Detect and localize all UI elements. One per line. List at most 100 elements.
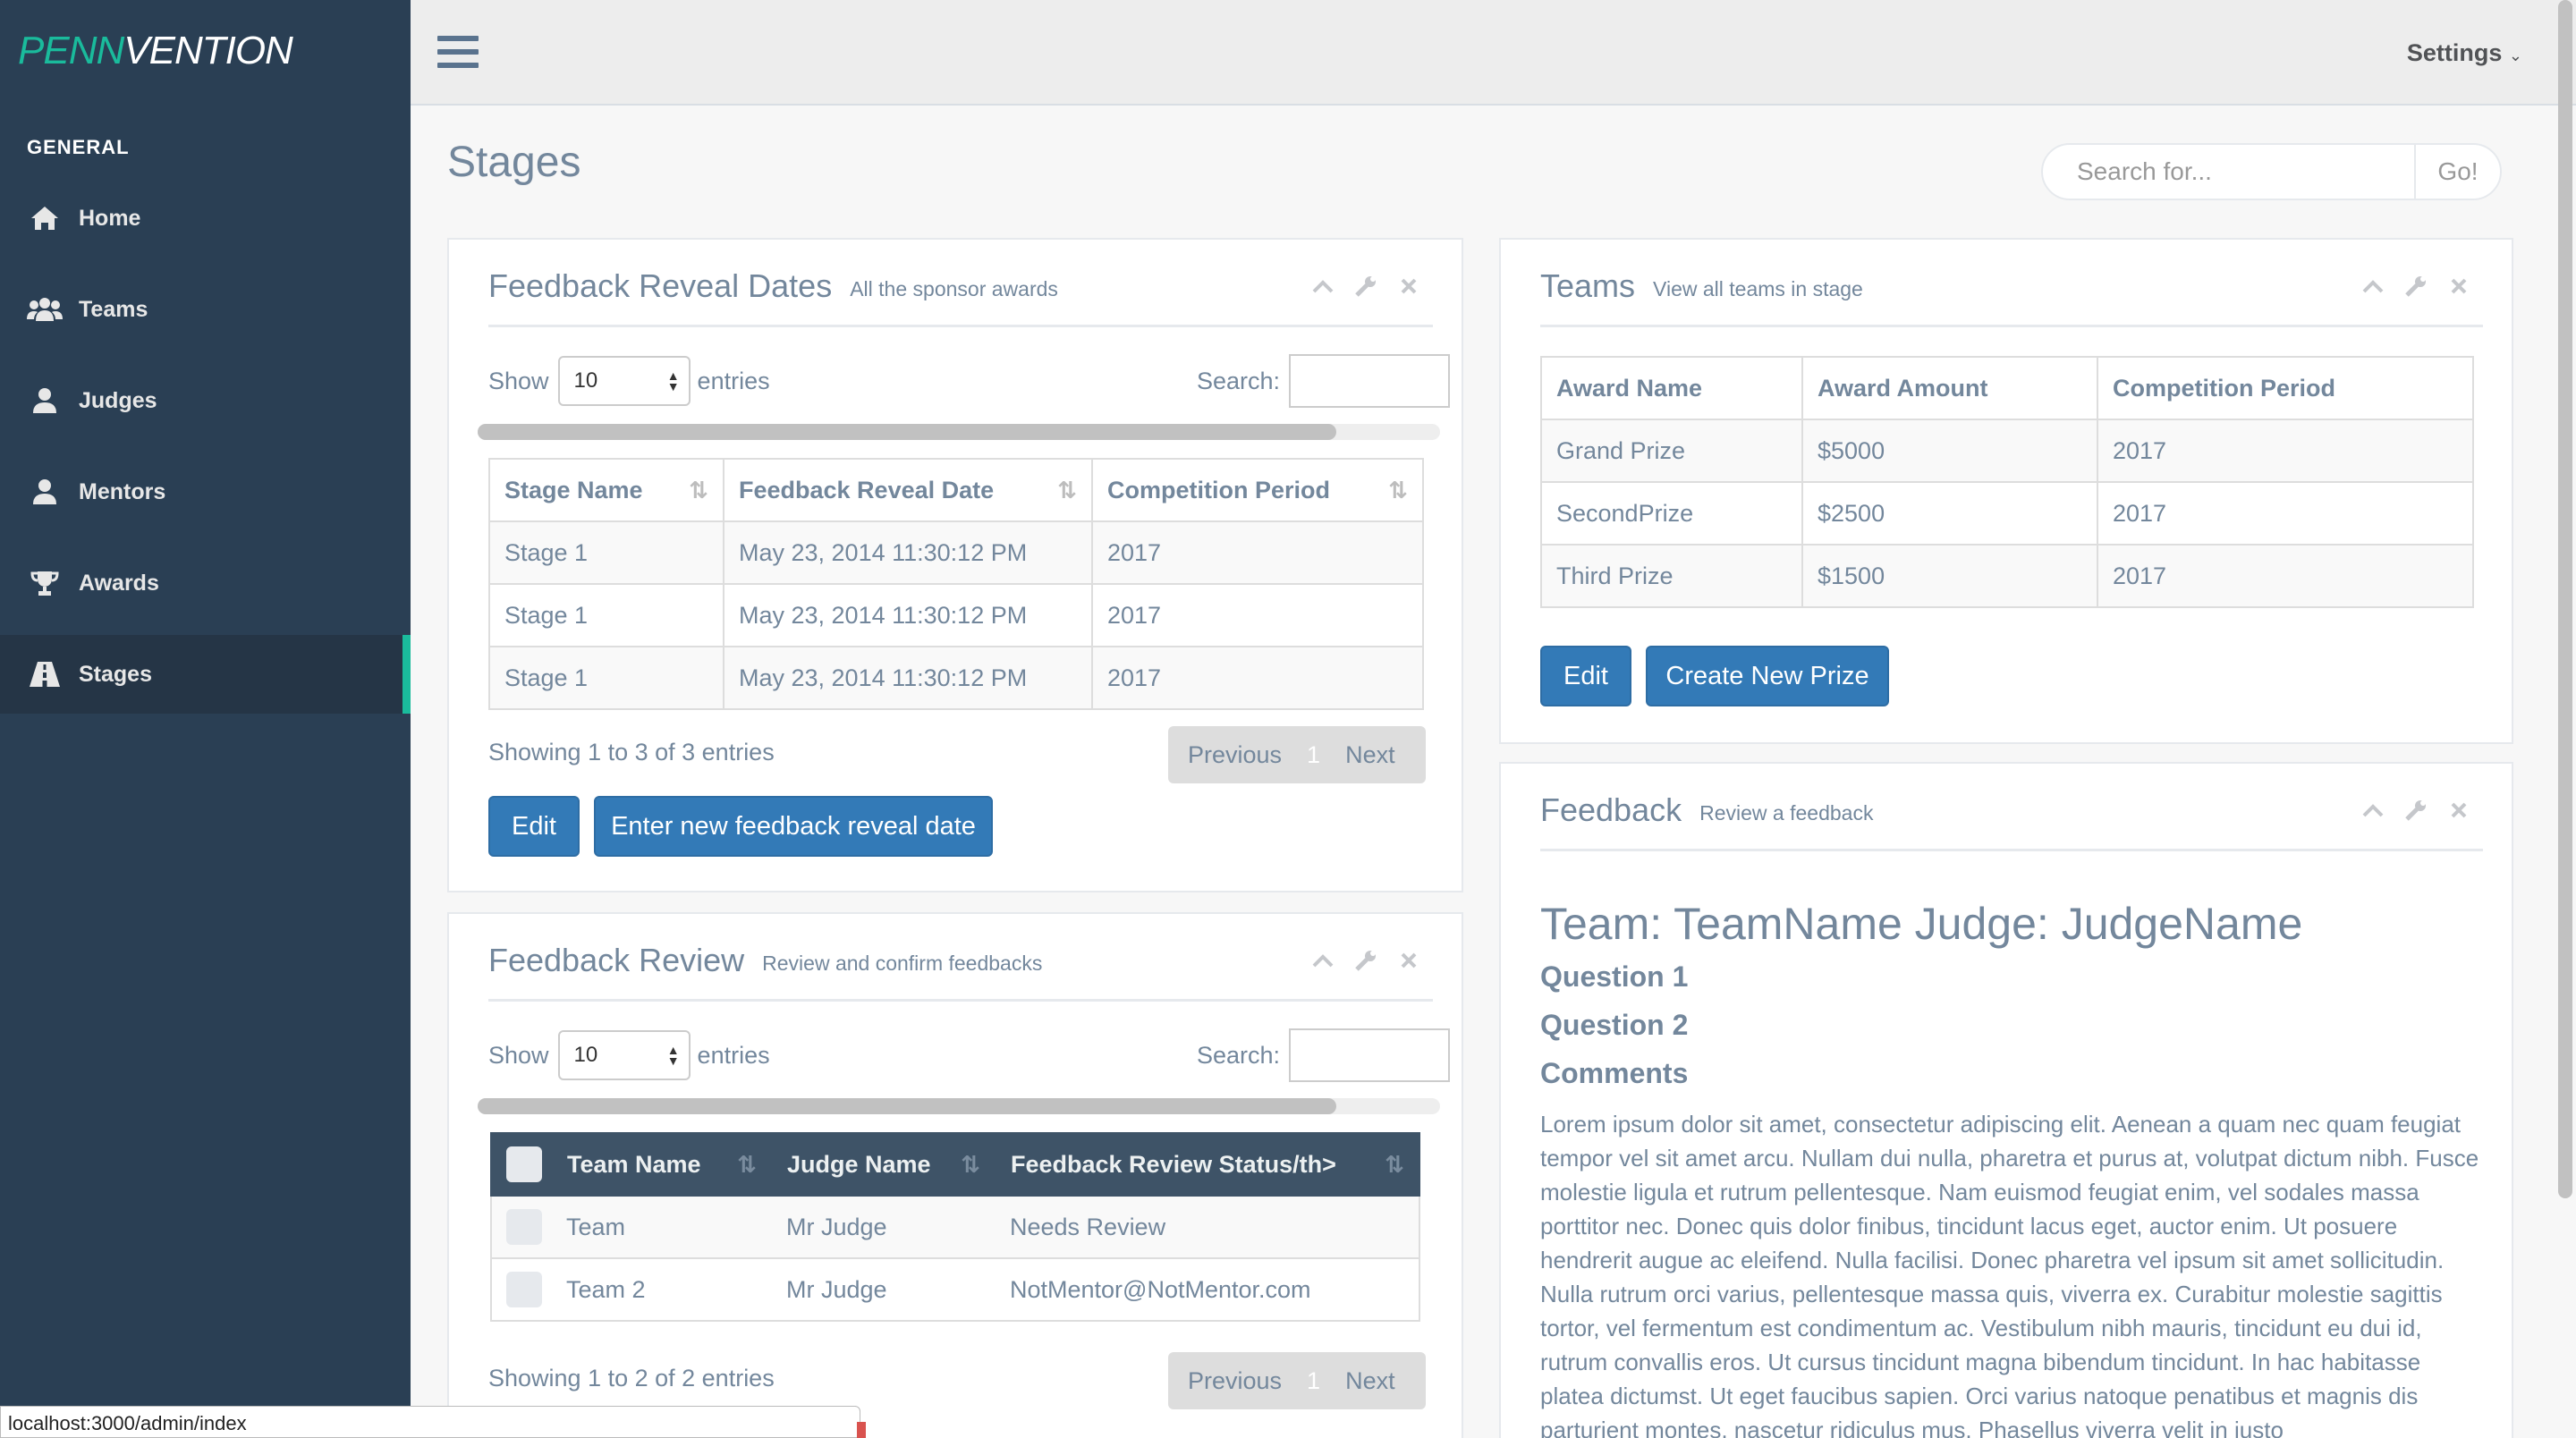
wrench-icon[interactable] — [1354, 949, 1377, 972]
sidebar-item-stages[interactable]: Stages — [0, 635, 411, 714]
select-all-checkbox[interactable] — [506, 1146, 542, 1182]
page-scrollbar[interactable] — [2558, 0, 2572, 1198]
collapse-icon[interactable] — [2361, 799, 2385, 822]
column-header: Competition Period — [2097, 356, 2474, 420]
table-hscrollbar[interactable] — [478, 424, 1440, 440]
column-header[interactable]: Feedback Reveal Date ⇅ — [723, 458, 1093, 522]
pagination-previous[interactable]: Previous — [1168, 741, 1301, 769]
pagination-next[interactable]: Next — [1326, 1367, 1415, 1395]
select-all-header[interactable] — [490, 1132, 558, 1197]
entries-length: Show 10 ▲ ▼ entries — [488, 356, 770, 406]
table-row[interactable]: SecondPrize $2500 2017 — [1540, 481, 2474, 546]
row-checkbox[interactable] — [506, 1272, 542, 1307]
wrench-icon[interactable] — [2404, 799, 2428, 822]
select-arrows-icon: ▲ ▼ — [666, 368, 680, 393]
panel-subtitle: Review and confirm feedbacks — [762, 952, 1043, 975]
home-icon — [27, 205, 63, 232]
close-icon[interactable] — [1397, 275, 1420, 298]
sidebar-item-label: Judges — [79, 387, 157, 413]
table-search: Search: — [1197, 1028, 1451, 1082]
sidebar-item-label: Home — [79, 205, 141, 231]
collapse-icon[interactable] — [2361, 275, 2385, 298]
entries-length: Show 10 ▲ ▼ entries — [488, 1030, 770, 1080]
sidebar-item-mentors[interactable]: Mentors — [0, 453, 411, 531]
feedback-review-panel: Feedback Review Review and confirm feedb… — [447, 912, 1463, 1438]
column-header[interactable]: Competition Period ⇅ — [1091, 458, 1424, 522]
column-header[interactable]: Stage Name ⇅ — [488, 458, 724, 522]
wrench-icon[interactable] — [2404, 275, 2428, 298]
table-row[interactable]: Stage 1 May 23, 2014 11:30:12 PM 2017 — [488, 583, 1424, 647]
pagination-next[interactable]: Next — [1326, 741, 1415, 769]
panel-header: Feedback Reveal Dates All the sponsor aw… — [488, 240, 1433, 327]
sort-icon: ⇅ — [961, 1150, 980, 1178]
sidebar-item-label: Mentors — [79, 478, 166, 504]
collapse-icon[interactable] — [1311, 949, 1335, 972]
column-header[interactable]: Team Name ⇅ — [556, 1132, 773, 1197]
search-go-button[interactable]: Go! — [2414, 145, 2500, 199]
column-header[interactable]: Feedback Review Status/th> ⇅ — [995, 1132, 1420, 1197]
pagination-page[interactable]: 1 — [1301, 741, 1326, 769]
user-icon — [27, 478, 63, 505]
sidebar-item-home[interactable]: Home — [0, 179, 411, 258]
panel-title: Teams — [1540, 267, 1636, 304]
pagination-previous[interactable]: Previous — [1168, 1367, 1301, 1395]
sort-asc-icon: ⇅ — [737, 1150, 757, 1178]
pagination-page[interactable]: 1 — [1301, 1367, 1326, 1395]
select-arrows-icon: ▲ ▼ — [666, 1043, 680, 1068]
feedback-review-table: Team Name ⇅ Judge Name ⇅ Feedback Review S… — [490, 1132, 1420, 1322]
question-1-heading: Question 1 — [1540, 960, 1689, 993]
table-row[interactable]: Third Prize $1500 2017 — [1540, 544, 2474, 608]
menu-toggle-icon[interactable] — [437, 36, 479, 76]
menu-section-title: GENERAL — [27, 136, 130, 158]
brand-logo[interactable]: PENNVENTION — [18, 29, 293, 73]
edit-button[interactable]: Edit — [1540, 646, 1631, 706]
edit-button[interactable]: Edit — [488, 796, 580, 857]
panel-header: Feedback Review a feedback — [1540, 764, 2483, 851]
entries-select[interactable]: 10 ▲ ▼ — [557, 356, 691, 406]
panel-header: Teams View all teams in stage — [1540, 240, 2483, 327]
search-input[interactable]: Search for... — [2043, 157, 2414, 186]
pagination: Previous 1 Next — [1168, 726, 1426, 783]
top-nav: Settings ⌄ — [411, 0, 2576, 106]
panel-subtitle: Review a feedback — [1699, 801, 1874, 825]
collapse-icon[interactable] — [1311, 275, 1335, 298]
sort-icon: ⇅ — [1385, 1150, 1404, 1178]
table-info: Showing 1 to 2 of 2 entries — [488, 1365, 775, 1391]
teams-table: Award Name Award Amount Competition Peri… — [1540, 356, 2474, 608]
feedback-body-text: Lorem ipsum dolor sit amet, consectetur … — [1540, 1111, 2479, 1438]
sort-icon: ⇅ — [1057, 476, 1077, 503]
sidebar-item-label: Awards — [79, 570, 159, 596]
sidebar-item-judges[interactable]: Judges — [0, 361, 411, 440]
sort-icon: ⇅ — [1388, 476, 1408, 503]
chevron-down-icon: ⌄ — [2508, 47, 2522, 64]
panel-title: Feedback — [1540, 791, 1682, 828]
table-row[interactable]: Grand Prize $5000 2017 — [1540, 419, 2474, 483]
road-icon — [27, 661, 63, 688]
enter-feedback-date-button[interactable]: Enter new feedback reveal date — [594, 796, 993, 857]
page-title: Stages — [447, 139, 581, 186]
sidebar-item-awards[interactable]: Awards — [0, 544, 411, 622]
panel-subtitle: All the sponsor awards — [850, 277, 1058, 300]
table-row[interactable]: Team 2 Mr Judge NotMentor@NotMentor.com — [490, 1257, 1420, 1322]
close-icon[interactable] — [1397, 949, 1420, 972]
close-icon[interactable] — [2447, 275, 2470, 298]
table-search: Search: — [1197, 354, 1451, 408]
entries-select[interactable]: 10 ▲ ▼ — [557, 1030, 691, 1080]
settings-dropdown[interactable]: Settings ⌄ — [2407, 39, 2522, 67]
panel-subtitle: View all teams in stage — [1653, 277, 1863, 300]
column-header[interactable]: Judge Name ⇅ — [771, 1132, 996, 1197]
feedback-heading: Team: TeamName Judge: JudgeName — [1540, 899, 2303, 949]
table-search-input[interactable] — [1289, 1028, 1451, 1082]
table-hscrollbar[interactable] — [478, 1098, 1440, 1114]
close-icon[interactable] — [2447, 799, 2470, 822]
sidebar-item-label: Stages — [79, 661, 152, 687]
table-row[interactable]: Stage 1 May 23, 2014 11:30:12 PM 2017 — [488, 646, 1424, 710]
create-new-prize-button[interactable]: Create New Prize — [1646, 646, 1889, 706]
sidebar-item-teams[interactable]: Teams — [0, 270, 411, 349]
table-row[interactable]: Team Mr Judge Needs Review — [490, 1195, 1420, 1259]
table-row[interactable]: Stage 1 May 23, 2014 11:30:12 PM 2017 — [488, 520, 1424, 585]
table-search-input[interactable] — [1289, 354, 1451, 408]
sort-asc-icon: ⇅ — [689, 476, 708, 503]
row-checkbox[interactable] — [506, 1209, 542, 1245]
wrench-icon[interactable] — [1354, 275, 1377, 298]
